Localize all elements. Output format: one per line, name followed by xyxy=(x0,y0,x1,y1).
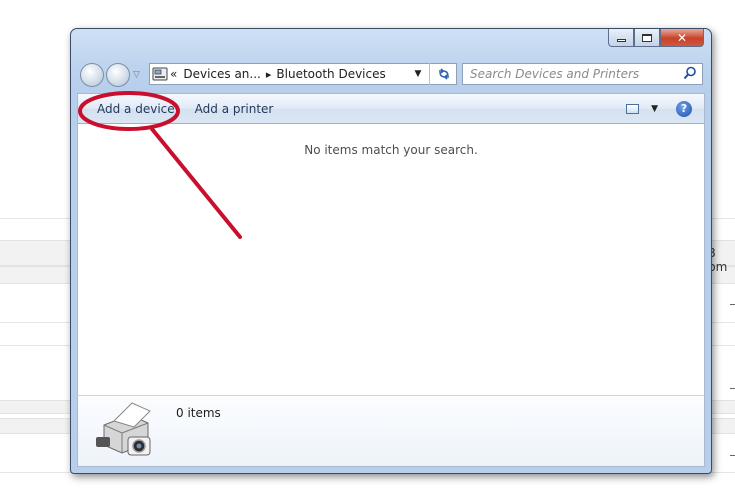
add-device-button[interactable]: Add a device xyxy=(87,98,185,120)
devices-printers-icon xyxy=(150,64,170,84)
caption-buttons: ✕ xyxy=(608,29,704,48)
item-count: 0 items xyxy=(176,406,221,420)
breadcrumb-devices[interactable]: Devices an... xyxy=(183,67,261,81)
close-button[interactable]: ✕ xyxy=(660,29,704,47)
minimize-icon xyxy=(616,39,626,42)
close-icon: ✕ xyxy=(676,30,688,45)
forward-button[interactable] xyxy=(106,63,130,87)
empty-message: No items match your search. xyxy=(304,143,478,157)
details-pane: 0 items xyxy=(77,395,705,467)
row-time: 8 pm xyxy=(708,246,728,274)
address-history-dropdown-icon[interactable]: ▼ xyxy=(408,69,428,79)
breadcrumb-separator-icon[interactable]: ▸ xyxy=(266,68,272,81)
address-bar[interactable]: « Devices an... ▸ Bluetooth Devices ▼ xyxy=(149,63,457,85)
recent-pages-dropdown-icon[interactable]: ▽ xyxy=(133,70,140,80)
change-view-button[interactable]: ▼ xyxy=(626,103,658,114)
row-marker xyxy=(730,388,735,389)
view-icon xyxy=(626,103,640,114)
device-list-pane[interactable]: No items match your search. xyxy=(77,124,705,395)
add-printer-button[interactable]: Add a printer xyxy=(185,98,284,120)
breadcrumb-overflow[interactable]: « xyxy=(170,67,177,81)
refresh-icon xyxy=(438,68,449,80)
search-input[interactable]: Search Devices and Printers xyxy=(462,63,703,85)
devices-window: ✕ ▽ « Devices an... ▸ Bluetooth Devices … xyxy=(70,28,712,474)
breadcrumb-bluetooth-devices[interactable]: Bluetooth Devices xyxy=(276,67,385,81)
command-bar: Add a device Add a printer ▼ ? xyxy=(77,93,705,124)
row-marker xyxy=(730,304,735,305)
maximize-icon xyxy=(642,33,652,42)
help-button[interactable]: ? xyxy=(676,100,692,117)
back-button[interactable] xyxy=(80,63,104,87)
printer-icon xyxy=(92,401,158,466)
row-marker xyxy=(730,455,735,456)
refresh-button[interactable] xyxy=(429,63,457,85)
search-icon[interactable] xyxy=(683,66,697,83)
minimize-button[interactable] xyxy=(608,29,634,47)
search-placeholder: Search Devices and Printers xyxy=(470,67,640,81)
maximize-button[interactable] xyxy=(634,29,660,47)
view-dropdown-icon[interactable]: ▼ xyxy=(651,104,658,114)
